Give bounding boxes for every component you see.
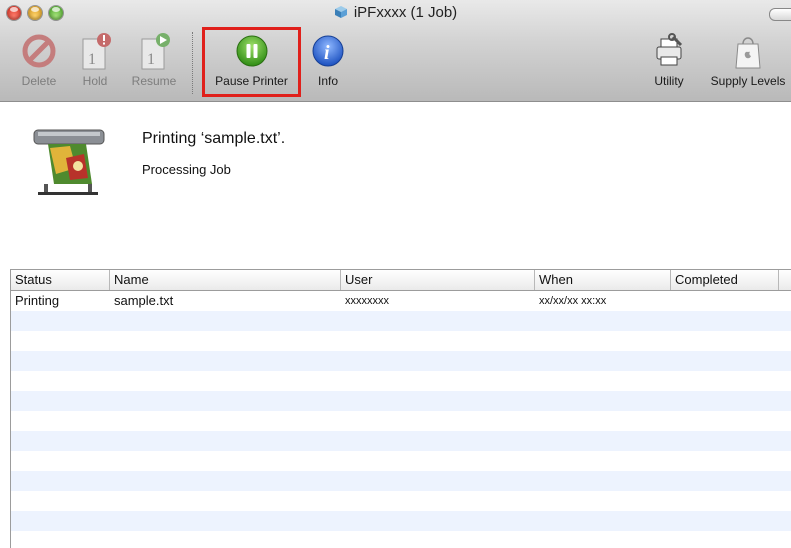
utility-icon — [645, 28, 693, 74]
job-user: xxxxxxxx — [345, 295, 389, 307]
info-icon: i — [306, 28, 350, 74]
printer-cube-icon — [334, 5, 348, 23]
empty-row — [11, 511, 791, 531]
table-body: Printing sample.txt xxxxxxxx xx/xx/xx xx… — [11, 291, 791, 548]
info-label: Info — [317, 74, 338, 88]
svg-text:i: i — [324, 42, 330, 64]
hold-button[interactable]: 1 Hold — [72, 28, 118, 88]
resume-icon: 1 — [124, 28, 184, 74]
utility-button[interactable]: Utility — [645, 28, 693, 88]
job-list-table[interactable]: Status Name User When Completed Printing… — [10, 269, 791, 548]
column-header-status[interactable]: Status — [11, 270, 110, 290]
window-title: iPFxxxx (1 Job) — [353, 4, 458, 21]
column-header-completed[interactable]: Completed — [671, 270, 779, 290]
window-toolbar: iPFxxxx (1 Job) Delete 1 Hold 1 Resume P… — [0, 0, 791, 102]
printing-status-text: Printing ‘sample.txt’. — [142, 130, 286, 147]
empty-row — [11, 531, 791, 548]
resume-label: Resume — [131, 74, 177, 88]
job-status: Printing — [15, 293, 60, 308]
hold-label: Hold — [82, 74, 108, 88]
empty-row — [11, 391, 791, 411]
empty-row — [11, 331, 791, 351]
printer-queue-window: iPFxxxx (1 Job) Delete 1 Hold 1 Resume P… — [0, 0, 791, 548]
svg-text:1: 1 — [147, 51, 155, 68]
empty-row — [11, 411, 791, 431]
empty-row — [11, 491, 791, 511]
column-header-user[interactable]: User — [341, 270, 535, 290]
delete-button[interactable]: Delete — [14, 28, 64, 88]
toolbar-separator — [192, 32, 193, 94]
column-header-when[interactable]: When — [535, 270, 671, 290]
delete-label: Delete — [21, 74, 57, 88]
empty-row — [11, 351, 791, 371]
job-completed — [671, 291, 779, 311]
window-title-bar: iPFxxxx (1 Job) — [0, 4, 791, 23]
empty-row — [11, 471, 791, 491]
pause-printer-highlight — [202, 27, 301, 97]
empty-row — [11, 371, 791, 391]
table-header: Status Name User When Completed — [11, 270, 791, 291]
toolbar-toggle-button[interactable] — [769, 8, 791, 21]
supply-levels-label: Supply Levels — [710, 74, 786, 88]
empty-row — [11, 431, 791, 451]
table-row[interactable]: Printing sample.txt xxxxxxxx xx/xx/xx xx… — [11, 291, 791, 311]
utility-label: Utility — [654, 74, 684, 88]
delete-icon — [14, 28, 64, 74]
job-when: xx/xx/xx xx:xx — [539, 295, 607, 307]
resume-button[interactable]: 1 Resume — [124, 28, 184, 88]
column-header-name[interactable]: Name — [110, 270, 341, 290]
processing-job-text: Processing Job — [142, 162, 231, 177]
info-button[interactable]: i Info — [306, 28, 350, 88]
supply-levels-button[interactable]: Supply Levels — [700, 28, 791, 88]
hold-icon: 1 — [72, 28, 118, 74]
svg-text:1: 1 — [88, 51, 96, 68]
job-name: sample.txt — [114, 293, 174, 308]
large-format-printer-icon — [26, 124, 122, 201]
empty-row — [11, 311, 791, 331]
supply-levels-icon — [700, 28, 791, 74]
empty-row — [11, 451, 791, 471]
column-header-extra — [779, 270, 791, 290]
